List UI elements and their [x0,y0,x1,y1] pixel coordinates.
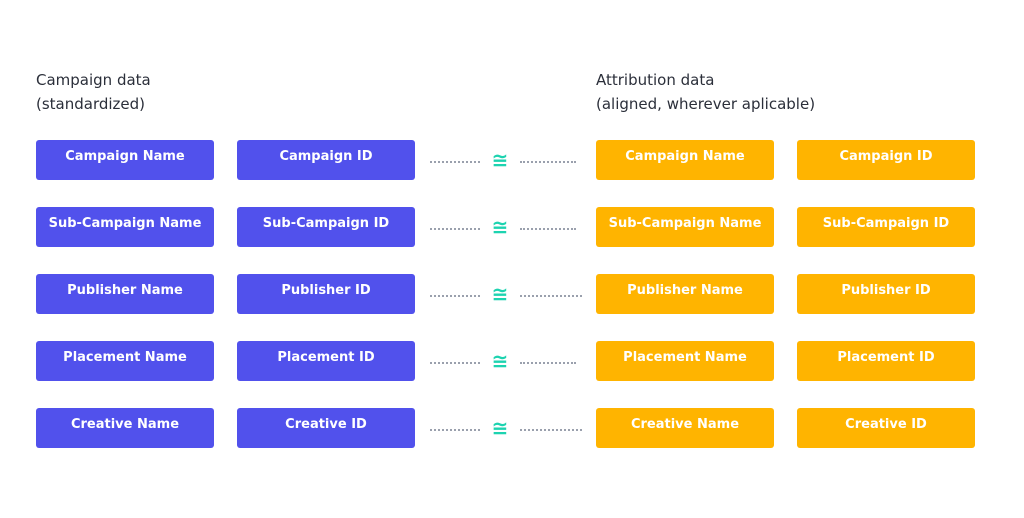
attribution-id-box: Sub-Campaign ID [797,207,975,247]
dotted-connector-left [430,429,480,431]
attribution-id-box: Publisher ID [797,274,975,314]
campaign-name-box: Campaign Name [36,140,214,180]
campaign-id-box: Campaign ID [237,140,415,180]
campaign-id-box: Creative ID [237,408,415,448]
campaign-name-box: Publisher Name [36,274,214,314]
campaign-id-box: Sub-Campaign ID [237,207,415,247]
approximately-equal-icon: ≅ [491,215,509,239]
campaign-id-box: Publisher ID [237,274,415,314]
attribution-name-box: Campaign Name [596,140,774,180]
attribution-name-box: Publisher Name [596,274,774,314]
approximately-equal-icon: ≅ [491,416,509,440]
attribution-data-title-line1: Attribution data [596,71,715,89]
dotted-connector-right [520,295,582,297]
approximately-equal-icon: ≅ [491,148,509,172]
campaign-name-box: Creative Name [36,408,214,448]
approximately-equal-icon: ≅ [491,282,509,306]
attribution-data-title: Attribution data (aligned, wherever apli… [596,68,815,116]
campaign-data-title-line1: Campaign data [36,71,151,89]
attribution-id-box: Creative ID [797,408,975,448]
campaign-name-box: Sub-Campaign Name [36,207,214,247]
dotted-connector-left [430,228,480,230]
campaign-data-title: Campaign data (standardized) [36,68,151,116]
dotted-connector-left [430,362,480,364]
approximately-equal-icon: ≅ [491,349,509,373]
campaign-name-box: Placement Name [36,341,214,381]
campaign-id-box: Placement ID [237,341,415,381]
attribution-name-box: Sub-Campaign Name [596,207,774,247]
dotted-connector-left [430,295,480,297]
attribution-name-box: Placement Name [596,341,774,381]
attribution-id-box: Placement ID [797,341,975,381]
dotted-connector-left [430,161,480,163]
attribution-id-box: Campaign ID [797,140,975,180]
dotted-connector-right [520,228,576,230]
attribution-name-box: Creative Name [596,408,774,448]
dotted-connector-right [520,362,576,364]
dotted-connector-right [520,429,582,431]
attribution-data-title-line2: (aligned, wherever aplicable) [596,95,816,113]
dotted-connector-right [520,161,576,163]
campaign-data-title-line2: (standardized) [36,95,146,113]
